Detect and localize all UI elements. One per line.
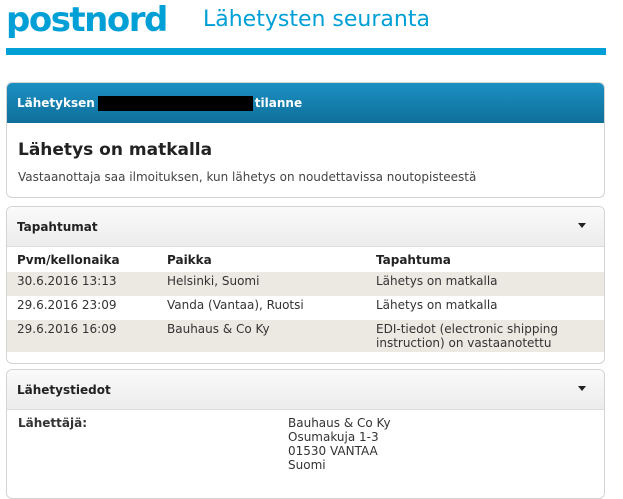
postnord-logo[interactable]: postnord xyxy=(6,0,168,40)
header-divider xyxy=(6,48,606,55)
sender-label: Lähettäjä: xyxy=(18,416,88,430)
column-header-location: Paikka xyxy=(167,252,212,267)
page-title: Lähetysten seuranta xyxy=(203,7,430,32)
sender-country: Suomi xyxy=(288,458,326,472)
redacted-shipment-id xyxy=(97,95,253,111)
page-header: postnord Lähetysten seuranta xyxy=(0,0,623,60)
event-location: Helsinki, Suomi xyxy=(157,272,366,296)
table-row: 29.6.2016 16:09 Bauhaus & Co Ky EDI-tied… xyxy=(7,320,604,352)
chevron-down-icon[interactable] xyxy=(578,223,586,228)
sender-address: Bauhaus & Co Ky Osumakuja 1-3 01530 VANT… xyxy=(288,416,391,472)
event-datetime: 29.6.2016 16:09 xyxy=(7,320,157,352)
details-section-title: Lähetystiedot xyxy=(17,382,111,397)
events-panel: Tapahtumat Pvm/kellonaika Paikka Tapahtu… xyxy=(6,206,605,364)
table-header-row: Pvm/kellonaika Paikka Tapahtuma xyxy=(7,247,604,272)
status-panel-header: Lähetyksen tilanne xyxy=(7,83,604,123)
chevron-down-icon[interactable] xyxy=(578,386,586,391)
sender-name: Bauhaus & Co Ky xyxy=(288,416,391,430)
event-description: EDI-tiedot (electronic shipping instruct… xyxy=(366,320,604,352)
table-row: 29.6.2016 23:09 Vanda (Vantaa), Ruotsi L… xyxy=(7,296,604,320)
events-table: Pvm/kellonaika Paikka Tapahtuma 30.6.201… xyxy=(7,247,604,352)
event-description: Lähetys on matkalla xyxy=(376,298,498,312)
shipment-details-panel: Lähetystiedot Lähettäjä: Bauhaus & Co Ky… xyxy=(6,369,605,499)
event-datetime: 30.6.2016 13:13 xyxy=(7,272,157,296)
status-description: Vastaanottaja saa ilmoituksen, kun lähet… xyxy=(18,170,477,184)
status-label-suffix: tilanne xyxy=(254,96,303,110)
status-headline: Lähetys on matkalla xyxy=(18,140,213,160)
column-header-event: Tapahtuma xyxy=(376,252,451,267)
events-section-title: Tapahtumat xyxy=(17,219,98,234)
sender-postal: 01530 VANTAA xyxy=(288,444,378,458)
event-description: Lähetys on matkalla xyxy=(366,272,604,296)
sender-street: Osumakuja 1-3 xyxy=(288,430,379,444)
table-row: 30.6.2016 13:13 Helsinki, Suomi Lähetys … xyxy=(7,272,604,296)
events-section-toggle[interactable]: Tapahtumat xyxy=(7,207,604,247)
event-datetime: 29.6.2016 23:09 xyxy=(17,298,117,312)
event-location: Vanda (Vantaa), Ruotsi xyxy=(167,298,304,312)
status-label-prefix: Lähetyksen xyxy=(17,96,95,110)
event-location: Bauhaus & Co Ky xyxy=(157,320,366,352)
shipment-status-panel: Lähetyksen tilanne Lähetys on matkalla V… xyxy=(6,82,605,198)
details-section-toggle[interactable]: Lähetystiedot xyxy=(7,370,604,410)
column-header-datetime: Pvm/kellonaika xyxy=(17,252,120,267)
